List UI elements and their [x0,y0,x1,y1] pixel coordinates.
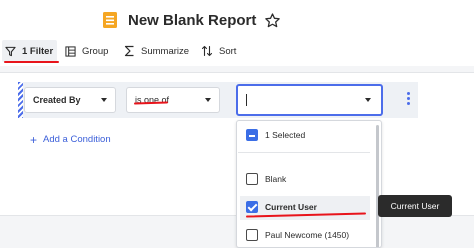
add-condition-link[interactable]: + Add a Condition [30,132,111,147]
summarize-button[interactable]: Summarize [121,40,192,62]
field-select-value: Created By [33,95,81,105]
sort-icon [201,45,213,57]
field-select[interactable]: Created By [24,87,116,113]
option-checkbox[interactable] [246,173,258,185]
filter-button[interactable]: 1 Filter [2,40,57,62]
option-label: Blank [265,174,287,184]
add-condition-label: Add a Condition [43,134,111,145]
star-icon[interactable] [264,12,281,29]
group-button-label: Group [82,45,109,57]
summarize-button-label: Summarize [141,45,190,57]
report-header: New Blank Report [102,8,281,32]
selected-summary-row[interactable]: 1 Selected [246,126,305,144]
kebab-icon[interactable] [404,92,412,108]
group-button[interactable]: Group [62,40,111,62]
tooltip: Current User [378,195,452,217]
option-label: Paul Newcome (1450) [265,230,350,240]
filter-button-label: 1 Filter [22,45,54,57]
drag-handle[interactable] [18,82,23,118]
option-paul-newcome[interactable]: Paul Newcome (1450) [246,226,349,244]
option-checkbox-checked[interactable] [246,201,258,213]
plus-icon: + [30,132,38,147]
text-cursor [246,94,247,106]
filter-icon [5,46,16,57]
dropdown-scrollbar[interactable] [376,125,379,247]
annotation-underline-filter [4,61,59,63]
chevron-down-icon [101,98,107,102]
report-icon [102,11,118,29]
sort-button-label: Sort [219,45,237,57]
operator-select[interactable]: is one of [126,87,220,113]
selected-summary-label: 1 Selected [265,130,306,140]
sort-button[interactable]: Sort [198,40,239,62]
select-all-checkbox[interactable] [246,129,258,141]
dropdown-divider [238,152,370,153]
chevron-down-icon [365,98,371,102]
option-blank[interactable]: Blank [246,170,286,188]
value-select-input[interactable] [236,84,383,116]
summarize-icon [124,45,135,57]
option-checkbox[interactable] [246,229,258,241]
report-toolbar: 1 Filter Group Summarize Sort [0,38,474,64]
chevron-down-icon [205,98,211,102]
report-title[interactable]: New Blank Report [128,12,256,29]
option-label: Current User [265,202,317,212]
group-icon [65,45,76,57]
